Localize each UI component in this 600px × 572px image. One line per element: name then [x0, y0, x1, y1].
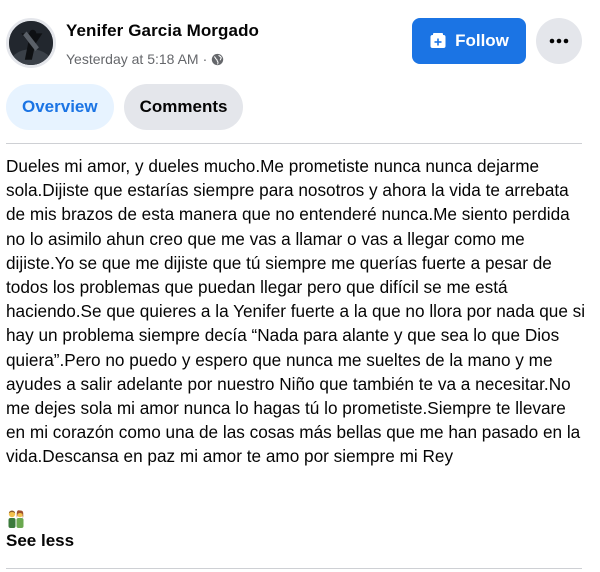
- post-text: Dueles mi amor, y dueles mucho.Me promet…: [6, 154, 586, 469]
- divider: [6, 568, 582, 569]
- post-header: Yenifer Garcia Morgado Yesterday at 5:18…: [0, 0, 600, 80]
- profile-photo-icon: [9, 21, 53, 65]
- globe-icon[interactable]: [211, 53, 224, 66]
- post-meta: Yesterday at 5:18 AM ·: [66, 51, 224, 67]
- couple-emoji-icon: [8, 510, 24, 528]
- see-less-link[interactable]: See less: [6, 531, 74, 551]
- add-page-icon: [430, 33, 446, 48]
- more-options-button[interactable]: [536, 18, 582, 64]
- follow-button[interactable]: Follow: [412, 18, 526, 64]
- author-avatar[interactable]: [6, 18, 56, 68]
- follow-label: Follow: [455, 31, 509, 50]
- tab-comments[interactable]: Comments: [123, 84, 244, 130]
- post-message: Dueles mi amor, y dueles mucho.Me promet…: [6, 156, 586, 467]
- tab-overview[interactable]: Overview: [6, 84, 114, 130]
- post-timestamp[interactable]: Yesterday at 5:18 AM: [66, 51, 199, 67]
- author-name[interactable]: Yenifer Garcia Morgado: [66, 21, 259, 41]
- ellipsis-icon: [549, 38, 569, 44]
- meta-separator: ·: [202, 51, 208, 67]
- divider: [6, 143, 582, 144]
- post-tabs: Overview Comments: [6, 84, 244, 130]
